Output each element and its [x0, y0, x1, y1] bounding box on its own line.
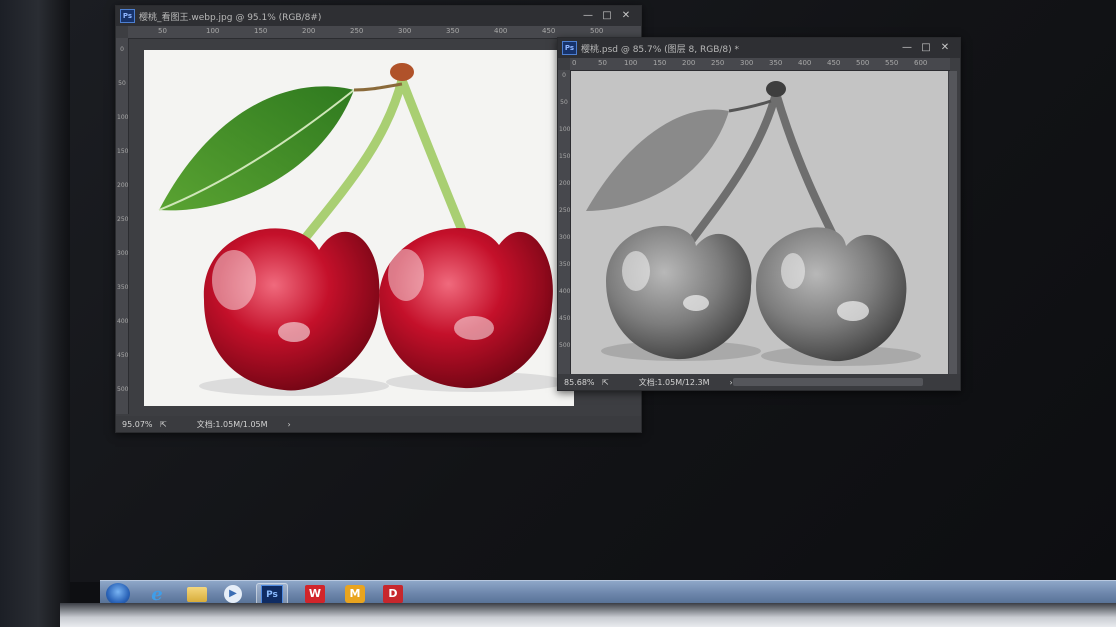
document-window-right[interactable]: Ps 樱桃.psd @ 85.7% (图层 8, RGB/8) * — □ ✕ … — [557, 37, 961, 391]
close-button[interactable]: ✕ — [938, 41, 952, 55]
restore-button[interactable]: □ — [919, 41, 933, 55]
restore-button[interactable]: □ — [600, 9, 614, 23]
status-bar-right: 85.68% ⇱ 文档:1.05M/12.3M › — [558, 374, 960, 390]
minimize-button[interactable]: — — [900, 41, 914, 55]
document-title-right: 樱桃.psd @ 85.7% (图层 8, RGB/8) * — [581, 44, 740, 55]
photoshop-icon: Ps — [261, 585, 283, 605]
taskbar-ie[interactable]: e — [142, 583, 172, 605]
canvas-color-cherries[interactable] — [144, 50, 574, 406]
document-size: 文档:1.05M/12.3M — [638, 377, 710, 387]
zoom-level[interactable]: 85.68% — [564, 378, 602, 387]
monitor-bezel-left — [0, 0, 87, 627]
folder-icon — [187, 586, 207, 602]
vertical-ruler-right: 0 50 100 150 200 250 300 350 400 450 500 — [558, 70, 571, 374]
title-bar-left[interactable]: Ps 樱桃_看图王.webp.jpg @ 95.1% (RGB/8#) — □ … — [116, 6, 641, 26]
internet-explorer-icon: e — [151, 583, 163, 605]
color-cherries-image — [158, 63, 566, 396]
horizontal-scrollbar[interactable] — [733, 378, 923, 386]
status-bar-left: 95.07% ⇱ 文档:1.05M/1.05M › — [116, 416, 641, 432]
taskbar-red-app[interactable]: D — [378, 583, 408, 605]
taskbar-yellow-app[interactable]: M — [340, 583, 370, 605]
taskbar-explorer[interactable] — [182, 583, 212, 605]
taskbar-wps[interactable]: W — [300, 583, 330, 605]
vertical-scrollbar[interactable] — [949, 71, 957, 374]
export-icon[interactable]: ⇱ — [602, 378, 609, 387]
monitor-bezel-bottom — [60, 603, 1116, 627]
ps-app-icon: Ps — [120, 9, 135, 23]
canvas-gray-cherries[interactable] — [571, 71, 948, 374]
export-icon[interactable]: ⇱ — [160, 420, 167, 429]
start-button[interactable] — [106, 583, 130, 605]
vertical-ruler-left: 0 50 100 150 200 250 300 350 400 450 500 — [116, 38, 129, 414]
minimize-button[interactable]: — — [581, 9, 595, 23]
wps-icon: W — [305, 585, 325, 603]
media-player-icon: ▶ — [224, 585, 242, 603]
document-title-left: 樱桃_看图王.webp.jpg @ 95.1% (RGB/8#) — [139, 12, 322, 23]
yellow-app-icon: M — [345, 585, 365, 603]
desktop-screen: Ps 樱桃_看图王.webp.jpg @ 95.1% (RGB/8#) — □ … — [70, 0, 1116, 582]
taskbar-media-player[interactable]: ▶ — [218, 583, 248, 605]
title-bar-right[interactable]: Ps 樱桃.psd @ 85.7% (图层 8, RGB/8) * — □ ✕ — [558, 38, 960, 58]
gray-cherries-image — [586, 81, 921, 366]
red-app-icon: D — [383, 585, 403, 603]
horizontal-ruler-right: 0 50 100 150 200 250 300 350 400 450 500… — [570, 58, 950, 71]
status-menu-arrow[interactable]: › — [288, 420, 291, 429]
ps-app-icon: Ps — [562, 41, 577, 55]
document-size: 文档:1.05M/1.05M — [196, 419, 268, 429]
close-button[interactable]: ✕ — [619, 9, 633, 23]
zoom-level[interactable]: 95.07% — [122, 420, 160, 429]
